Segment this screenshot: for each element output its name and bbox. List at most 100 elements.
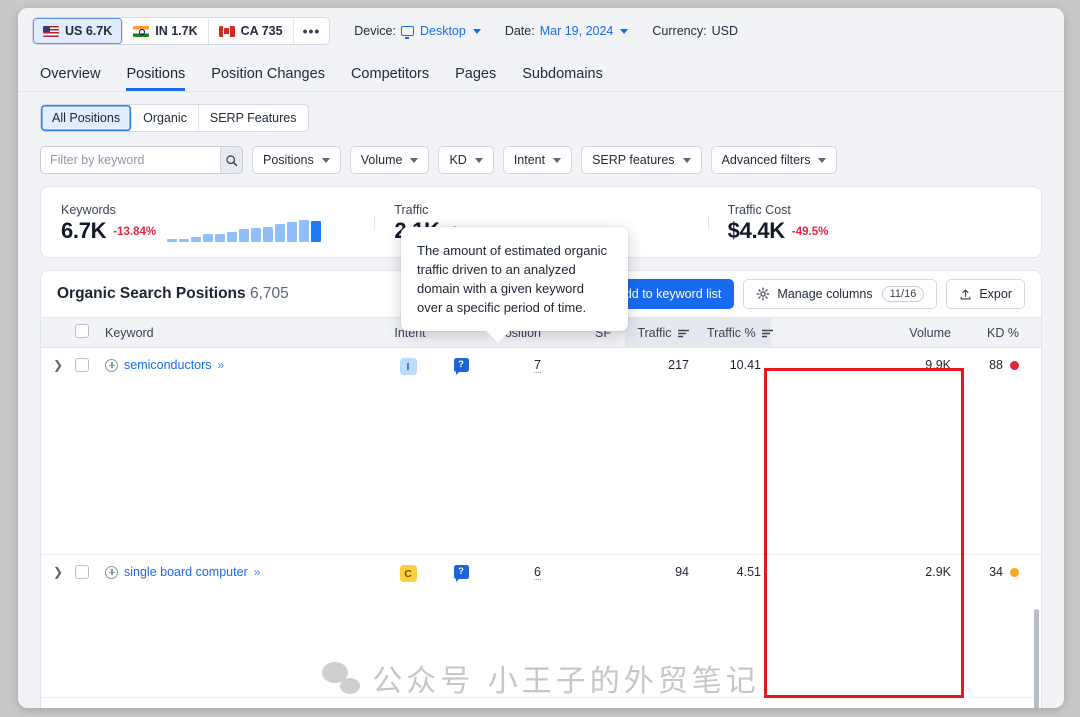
chevron-down-icon [472,28,481,34]
th-volume[interactable]: Volume [771,317,967,348]
panel-actions: + Add to keyword list Manage columns 11/… [587,279,1025,309]
metric-keywords-label: Keywords [61,202,116,217]
th-url[interactable]: URL [1023,317,1041,348]
table-row[interactable]: ❯ semiconductors » I 7 [41,347,1041,555]
filter-volume[interactable]: Volume [349,146,430,174]
flag-us-icon [43,25,59,37]
filter-intent[interactable]: Intent [502,146,573,174]
sf-value [547,697,625,708]
kd-status-dot [1010,361,1019,371]
date-value[interactable]: Mar 19, 2024 [540,24,614,38]
gear-icon [756,287,770,301]
volume-value: 9.9K [771,347,967,555]
metric-keywords: Keywords 6.7K -13.84% [41,203,374,242]
currency-label: Currency: [652,24,707,38]
traffic-value: 217 [625,347,701,555]
filter-advanced-label: Advanced filters [721,153,811,167]
chevron-down-icon [321,157,330,163]
database-chip-us[interactable]: US 6.7K [33,18,124,44]
serp-feature-icon[interactable] [453,564,469,582]
traffic-value: 53 [625,697,701,708]
chevron-down-icon [474,157,483,163]
search-icon [226,154,238,166]
th-keyword[interactable]: Keyword [99,317,317,348]
tooltip-text: The amount of estimated organic traffic … [417,243,608,315]
kd-status-dot [1010,568,1019,578]
add-keyword-icon[interactable] [105,358,118,372]
expand-row-icon[interactable]: ❯ [53,358,63,372]
segment-organic[interactable]: Organic [132,105,199,131]
panel-title-count: 6,705 [249,285,289,302]
traffic-pct-value: 4.51 [701,554,771,698]
filter-volume-label: Volume [360,153,403,167]
export-label: Expor [979,287,1012,301]
intent-badge: C [399,565,417,582]
manage-columns-button[interactable]: Manage columns 11/16 [743,279,938,309]
intent-badge: I [399,358,417,375]
chevron-down-icon [682,157,691,163]
keyword-details-icon[interactable]: » [254,565,261,579]
chevron-down-icon [620,28,629,34]
filter-serp-features[interactable]: SERP features [581,146,702,174]
serp-feature-icon[interactable] [453,357,469,375]
manage-columns-label: Manage columns [777,287,873,301]
tab-overview[interactable]: Overview [40,66,100,91]
database-chip-us-label: US 6.7K [65,24,113,38]
th-traffic-label: Traffic [637,325,672,340]
th-kd[interactable]: KD % [967,317,1023,348]
filter-bar: Positions Volume KD Intent SERP features [40,146,1042,174]
tab-subdomains[interactable]: Subdomains [522,66,603,91]
manage-columns-count: 11/16 [881,286,925,302]
metric-traffic-cost-label: Traffic Cost [727,202,791,217]
sort-desc-icon [678,329,689,337]
keyword-details-icon[interactable]: » [218,358,225,372]
search-input[interactable] [41,147,220,173]
search-button[interactable] [220,147,242,173]
filter-kd[interactable]: KD [438,146,494,174]
table-row[interactable]: ❯ pcb design pcb » I 6 [41,697,1041,708]
keywords-sparkline [167,219,322,242]
chevron-down-icon [553,157,562,163]
metric-traffic-label: Traffic [394,202,429,217]
device-value[interactable]: Desktop [420,24,466,38]
keyword-link[interactable]: single board computer [124,565,248,579]
tab-pages[interactable]: Pages [455,66,496,91]
filter-kd-label: KD [449,153,467,167]
keyword-link[interactable]: semiconductors [124,358,212,372]
position-type-segmented-control: All Positions Organic SERP Features [40,104,309,132]
th-select-all[interactable] [69,317,99,348]
row-checkbox[interactable] [75,565,89,579]
organic-positions-panel: Organic Search Positions 6,705 + Add to … [40,270,1042,708]
traffic-tooltip: The amount of estimated organic traffic … [401,227,628,331]
filter-serp-features-label: SERP features [592,153,675,167]
th-traffic-pct[interactable]: Traffic % [701,317,774,348]
device-filter[interactable]: Device: Desktop [354,24,481,39]
date-filter[interactable]: Date: Mar 19, 2024 [505,24,629,38]
metric-traffic-cost-delta: -49.5% [791,226,829,239]
tab-competitors[interactable]: Competitors [351,66,429,91]
database-chip-ca[interactable]: CA 735 [209,18,294,44]
database-chip-in[interactable]: IN 1.7K [123,18,209,44]
kd-value: 88 [989,358,1003,372]
segment-serp-features[interactable]: SERP Features [199,105,308,131]
th-traffic[interactable]: Traffic [625,317,701,348]
select-all-checkbox[interactable] [75,324,89,338]
metric-traffic-cost-value: $4.4K [727,217,786,243]
filter-positions-label: Positions [263,153,314,167]
database-more-button[interactable]: ••• [294,18,330,44]
tab-positions[interactable]: Positions [126,66,185,91]
segment-all-positions[interactable]: All Positions [41,105,133,131]
filter-advanced[interactable]: Advanced filters [710,146,838,174]
table-scrollbar[interactable] [1033,609,1041,708]
export-button[interactable]: Expor [946,279,1025,309]
row-checkbox[interactable] [75,358,89,372]
tab-position-changes[interactable]: Position Changes [211,66,325,91]
keyword-filter[interactable] [40,146,243,174]
add-keyword-icon[interactable] [105,565,118,579]
th-spacer [317,317,379,348]
database-selector[interactable]: US 6.7K IN 1.7K CA 735 ••• [32,17,331,45]
expand-row-icon[interactable]: ❯ [53,565,63,579]
traffic-value: 94 [625,554,701,698]
filter-positions[interactable]: Positions [252,146,341,174]
table-row[interactable]: ❯ single board computer » C ? 6 94 4.51 … [41,554,1041,698]
